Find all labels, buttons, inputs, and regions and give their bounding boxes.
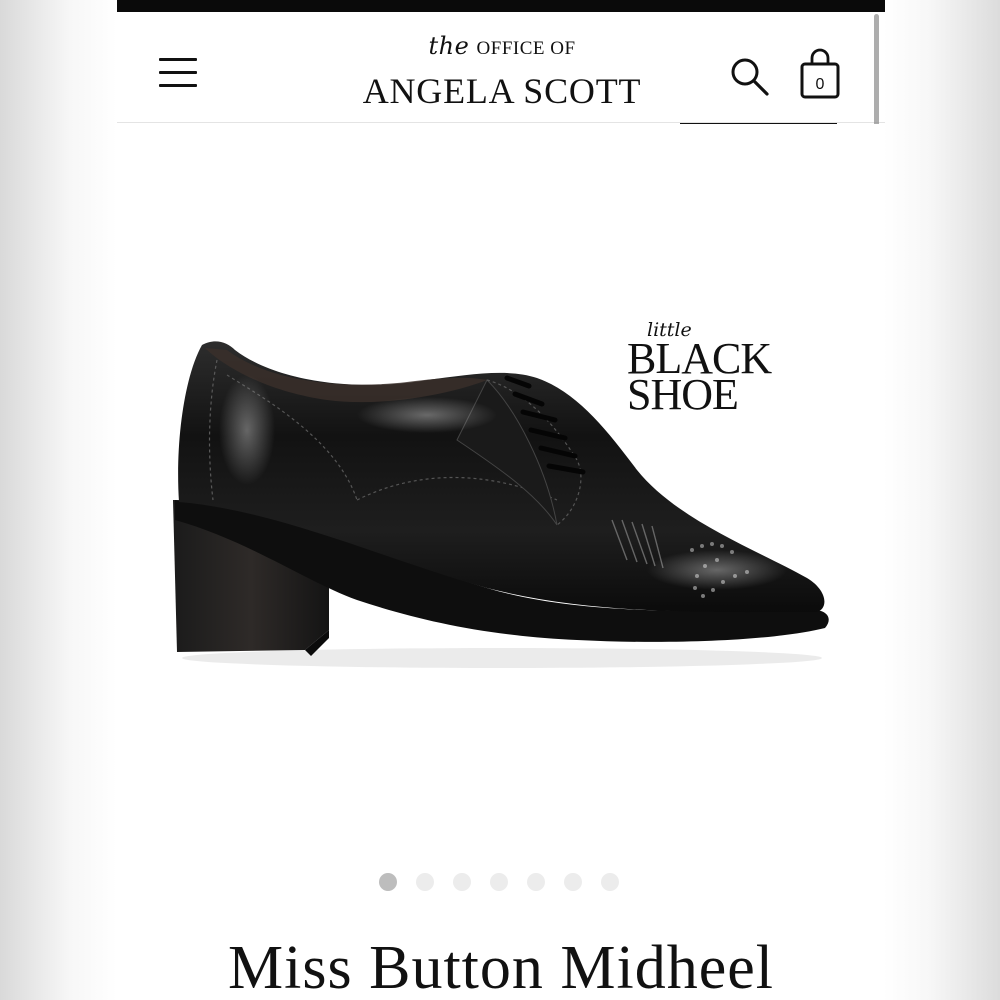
logo-the: the bbox=[428, 32, 470, 60]
menu-icon-bar-bottom bbox=[159, 84, 197, 87]
site-header: the OFFICE OF ANGELA SCOTT 0 bbox=[117, 12, 885, 123]
logo-office-of: OFFICE OF bbox=[476, 38, 576, 59]
logo-line-office: the OFFICE OF bbox=[347, 32, 657, 60]
shoe-image bbox=[173, 341, 829, 668]
logo-brand-name: ANGELA SCOTT bbox=[362, 71, 642, 111]
cart-button[interactable]: 0 bbox=[799, 48, 841, 100]
gallery-dot-6[interactable] bbox=[564, 873, 582, 891]
mobile-page: the OFFICE OF ANGELA SCOTT 0 little BLAC… bbox=[117, 0, 885, 1000]
gallery-dot-1[interactable] bbox=[379, 873, 397, 891]
cart-count: 0 bbox=[815, 76, 825, 93]
gallery-dot-4[interactable] bbox=[490, 873, 508, 891]
screenshot-background: the OFFICE OF ANGELA SCOTT 0 little BLAC… bbox=[0, 0, 1000, 1000]
brand-logo[interactable]: the OFFICE OF ANGELA SCOTT bbox=[347, 28, 657, 112]
gallery-dot-3[interactable] bbox=[453, 873, 471, 891]
search-button[interactable] bbox=[729, 56, 771, 98]
menu-button[interactable] bbox=[159, 56, 199, 90]
menu-icon-bar-middle bbox=[159, 71, 197, 74]
menu-icon-bar-top bbox=[159, 58, 197, 61]
search-icon bbox=[731, 58, 769, 96]
status-bar bbox=[117, 0, 885, 12]
gallery-dot-7[interactable] bbox=[601, 873, 619, 891]
gallery-dot-2[interactable] bbox=[416, 873, 434, 891]
gallery-dot-5[interactable] bbox=[527, 873, 545, 891]
product-title: Miss Button Midheel bbox=[227, 934, 775, 1000]
image-gallery-pagination bbox=[379, 873, 619, 891]
